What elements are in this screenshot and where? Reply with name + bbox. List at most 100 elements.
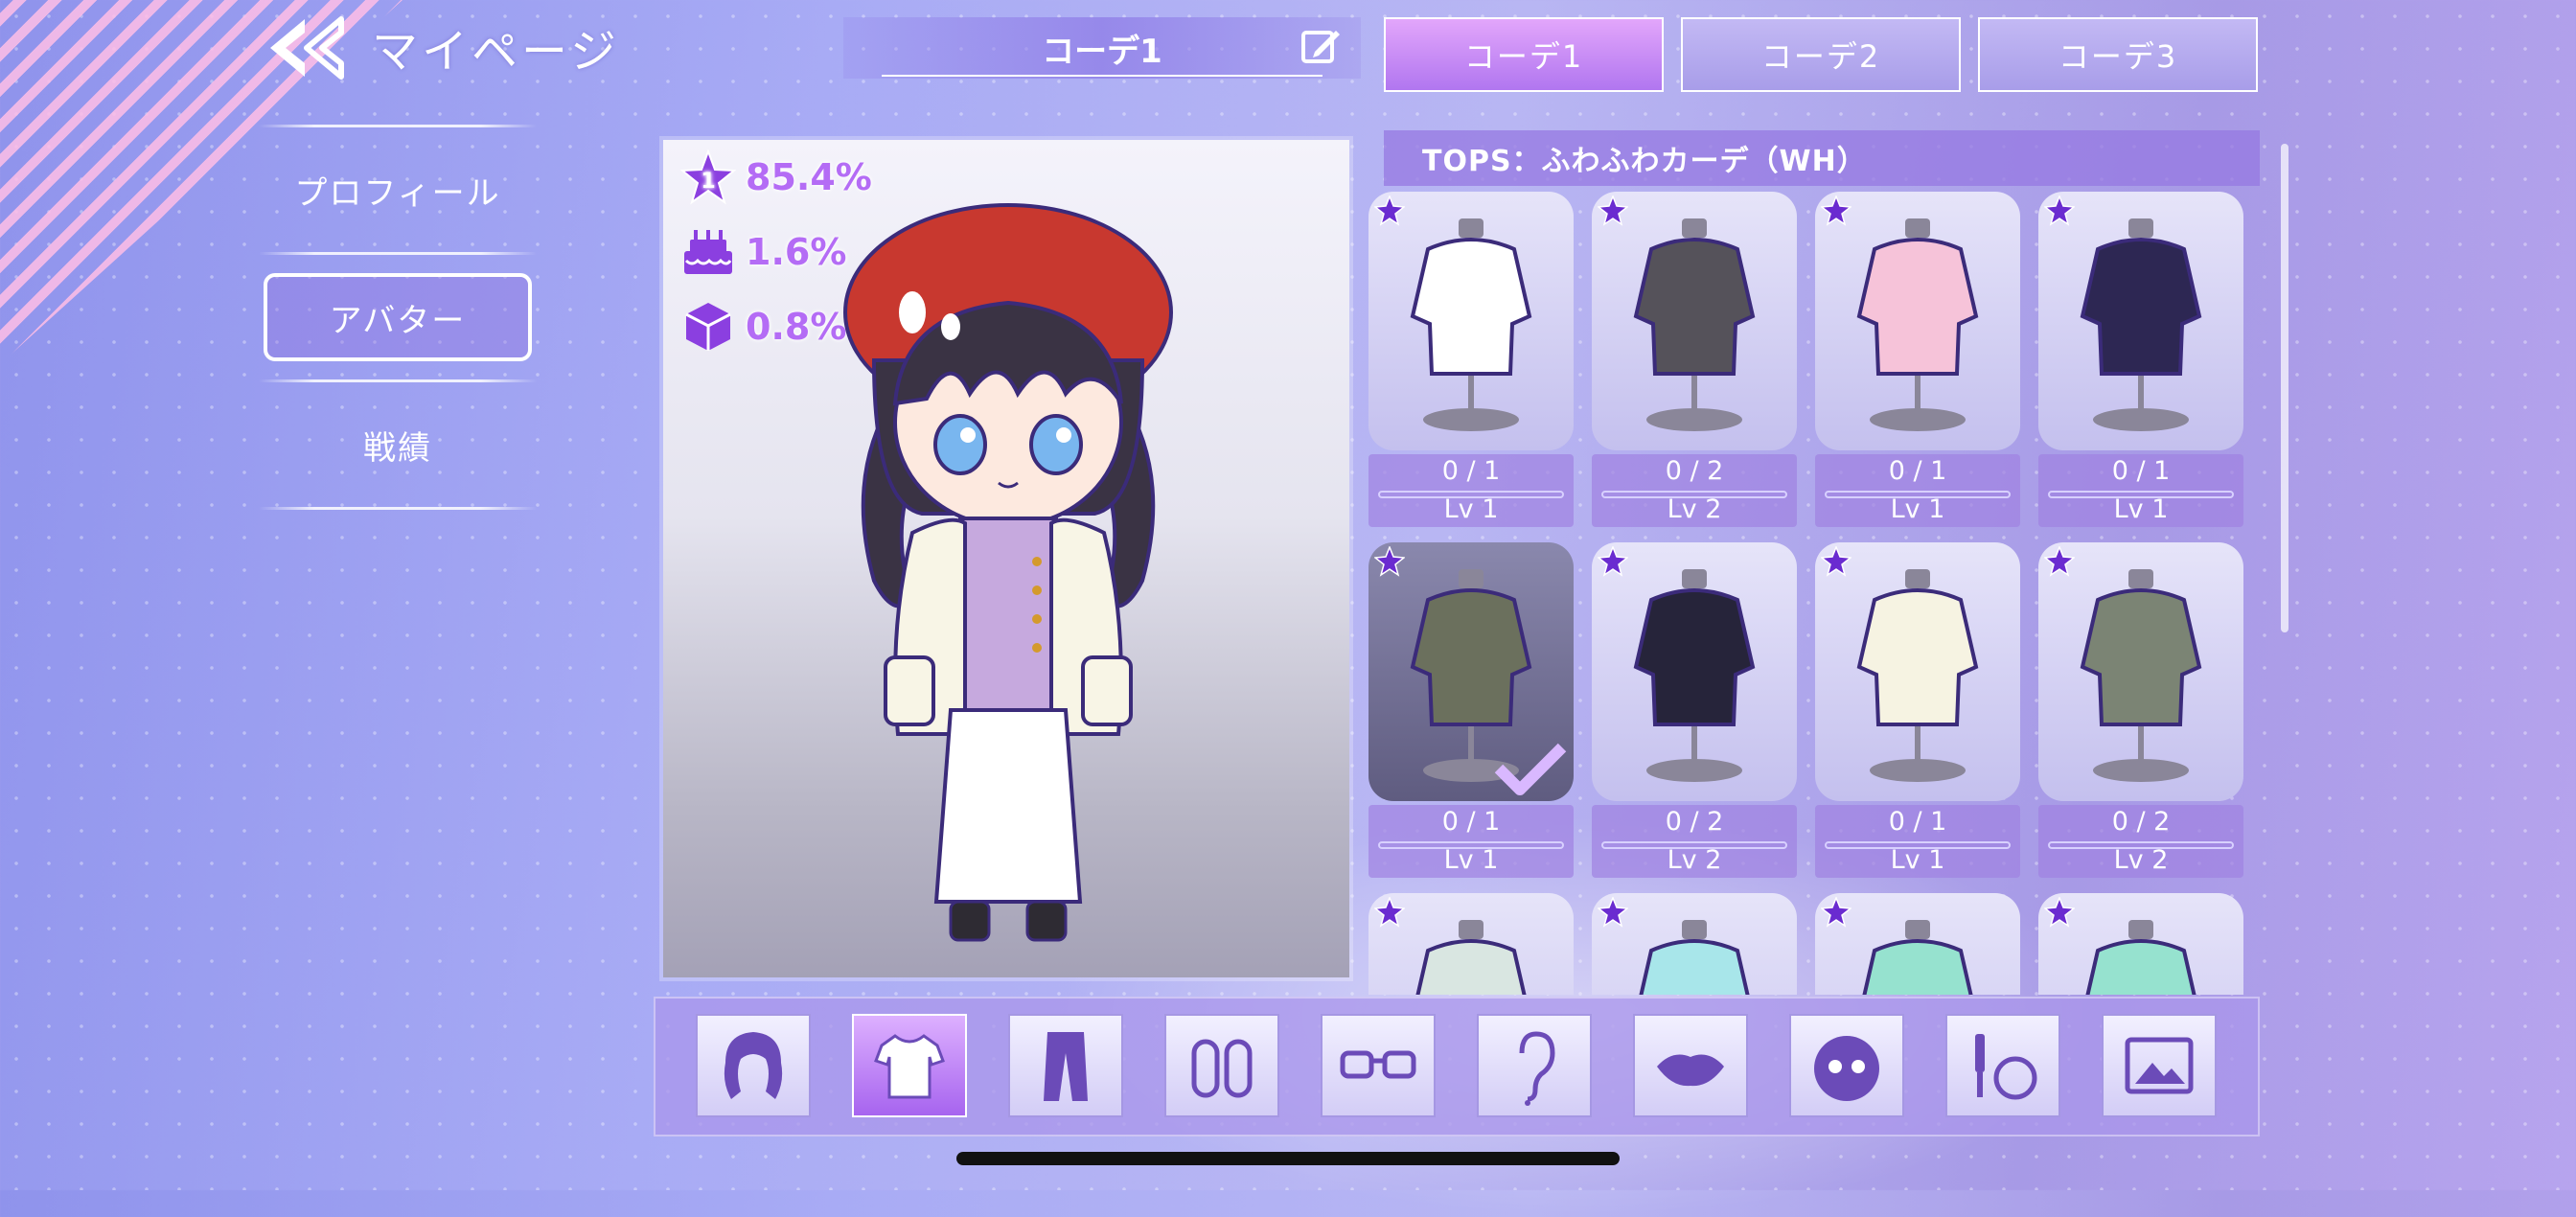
items-grid: 0 / 1 Lv 10 / 2 Lv 20 / 1 Lv 10 / 1 Lv 10 / … bbox=[1368, 192, 2260, 995]
face-icon bbox=[1814, 1036, 1879, 1101]
menu-divider bbox=[259, 507, 537, 510]
category-face[interactable] bbox=[1789, 1014, 1904, 1117]
item-title-bar: TOPS：ふわふわカーデ（WH） bbox=[1384, 130, 2260, 186]
item-card[interactable] bbox=[1368, 893, 1574, 995]
category-ear[interactable] bbox=[1477, 1014, 1592, 1117]
rank-star-icon bbox=[2044, 546, 2075, 577]
item-card[interactable]: 0 / 1 Lv 1 bbox=[1815, 542, 2020, 878]
item-image bbox=[1815, 192, 2020, 450]
coordinate-name-text: コーデ1 bbox=[1042, 33, 1162, 71]
stat-rank-value: 85.4% bbox=[746, 156, 872, 198]
item-card[interactable]: 0 / 2 Lv 2 bbox=[1592, 192, 1797, 527]
category-lips[interactable] bbox=[1633, 1014, 1748, 1117]
menu-item-record[interactable]: 戦績 bbox=[259, 382, 537, 507]
plaid-shirt-icon bbox=[1633, 218, 1756, 431]
item-count-box: 0 / 2 Lv 2 bbox=[2038, 805, 2243, 878]
navy-jacket-icon bbox=[2080, 218, 2202, 431]
background-image-icon bbox=[2125, 1037, 2194, 1094]
menu-divider bbox=[259, 125, 537, 127]
coordinate-name-field[interactable]: コーデ1 bbox=[843, 17, 1361, 79]
rank-star-icon bbox=[1598, 195, 1628, 226]
home-indicator[interactable] bbox=[956, 1152, 1620, 1165]
tab-coordinate-2[interactable]: コーデ2 bbox=[1681, 17, 1961, 92]
avatar-character bbox=[843, 203, 1173, 942]
item-image bbox=[1815, 893, 2020, 995]
rank-star-icon bbox=[1821, 195, 1852, 226]
tab-label: コーデ2 bbox=[1760, 38, 1881, 75]
black-frill-blouse-icon bbox=[1633, 569, 1756, 782]
item-card[interactable]: 0 / 2 Lv 2 bbox=[2038, 542, 2243, 878]
white-tshirt-icon bbox=[1410, 218, 1532, 431]
box-icon bbox=[685, 303, 731, 351]
item-count-box: 0 / 1 Lv 1 bbox=[1815, 454, 2020, 527]
pants-icon bbox=[1044, 1032, 1088, 1101]
item-level: Lv 1 bbox=[1890, 845, 1945, 875]
rank-star-icon bbox=[2044, 897, 2075, 928]
rank-star-icon bbox=[1598, 546, 1628, 577]
item-level: Lv 2 bbox=[2113, 845, 2169, 875]
category-shoes[interactable] bbox=[1164, 1014, 1279, 1117]
category-tshirt[interactable] bbox=[852, 1014, 967, 1117]
edit-pencil-icon[interactable] bbox=[1300, 25, 1342, 67]
rank-star-icon bbox=[1374, 546, 1405, 577]
category-pants[interactable] bbox=[1008, 1014, 1123, 1117]
item-card[interactable]: 0 / 1 Lv 1 bbox=[1815, 192, 2020, 527]
item-count-box: 0 / 2 Lv 2 bbox=[1592, 805, 1797, 878]
category-hair[interactable] bbox=[696, 1014, 811, 1117]
item-count-box: 0 / 1 Lv 1 bbox=[1368, 805, 1574, 878]
item-card[interactable]: 0 / 1 Lv 1 bbox=[1368, 192, 1574, 527]
category-glasses[interactable] bbox=[1321, 1014, 1436, 1117]
menu-divider bbox=[259, 252, 537, 255]
item-image bbox=[1592, 192, 1797, 450]
menu-divider bbox=[259, 379, 537, 382]
rank-star-icon bbox=[1821, 897, 1852, 928]
glasses-icon bbox=[1340, 1050, 1416, 1079]
item-image bbox=[2038, 893, 2243, 995]
items-scrollbar[interactable] bbox=[2281, 144, 2288, 632]
item-level: Lv 1 bbox=[1443, 494, 1499, 524]
rank-star-icon bbox=[1374, 897, 1405, 928]
tab-coordinate-1[interactable]: コーデ1 bbox=[1384, 17, 1664, 92]
rank-star-icon bbox=[1598, 897, 1628, 928]
cream-jacket-icon bbox=[1856, 569, 1979, 782]
category-background-image[interactable] bbox=[2102, 1014, 2217, 1117]
coordinate-name-underline bbox=[882, 75, 1322, 77]
item-count-box: 0 / 1 Lv 1 bbox=[1368, 454, 1574, 527]
item-card[interactable]: 0 / 1 Lv 1 bbox=[1368, 542, 1574, 878]
item-image bbox=[1592, 893, 1797, 995]
item-count: 0 / 2 bbox=[1665, 807, 1724, 837]
tab-coordinate-3[interactable]: コーデ3 bbox=[1978, 17, 2258, 92]
item-image bbox=[1815, 542, 2020, 801]
pink-blouse-icon bbox=[1856, 218, 1979, 431]
item-count: 0 / 1 bbox=[1441, 807, 1501, 837]
item-card[interactable]: 0 / 2 Lv 2 bbox=[1592, 542, 1797, 878]
item-level: Lv 2 bbox=[1667, 494, 1722, 524]
tab-label: コーデ1 bbox=[1463, 38, 1584, 75]
item-card[interactable] bbox=[1815, 893, 2020, 995]
item-level: Lv 1 bbox=[2113, 494, 2169, 524]
avatar-preview: 1 85.4% 1.6% 0.8% bbox=[663, 140, 1349, 977]
category-makeup[interactable] bbox=[1945, 1014, 2060, 1117]
item-card[interactable]: 0 / 1 Lv 1 bbox=[2038, 192, 2243, 527]
item-level: Lv 1 bbox=[1443, 845, 1499, 875]
item-count-box: 0 / 1 Lv 1 bbox=[1815, 805, 2020, 878]
item-image bbox=[2038, 192, 2243, 450]
item-card[interactable] bbox=[2038, 893, 2243, 995]
item-count: 0 / 1 bbox=[2111, 456, 2171, 486]
item-image bbox=[1368, 192, 1574, 450]
menu-item-label: 戦績 bbox=[363, 428, 432, 468]
item-image bbox=[2038, 542, 2243, 801]
tshirt-icon bbox=[874, 1034, 945, 1099]
menu-item-label: プロフィール bbox=[294, 173, 501, 213]
hair-icon bbox=[724, 1032, 783, 1099]
item-card[interactable] bbox=[1592, 893, 1797, 995]
item-count-box: 0 / 2 Lv 2 bbox=[1592, 454, 1797, 527]
menu-item-profile[interactable]: プロフィール bbox=[259, 127, 537, 252]
item-count: 0 / 1 bbox=[1888, 807, 1947, 837]
back-double-arrow-icon[interactable] bbox=[266, 15, 345, 80]
shoes-icon bbox=[1191, 1039, 1253, 1098]
star-rank-icon: 1 bbox=[680, 149, 736, 205]
star-rank-badge: 1 bbox=[701, 170, 715, 194]
menu-item-avatar[interactable]: アバター bbox=[259, 255, 537, 379]
item-level: Lv 2 bbox=[1667, 845, 1722, 875]
